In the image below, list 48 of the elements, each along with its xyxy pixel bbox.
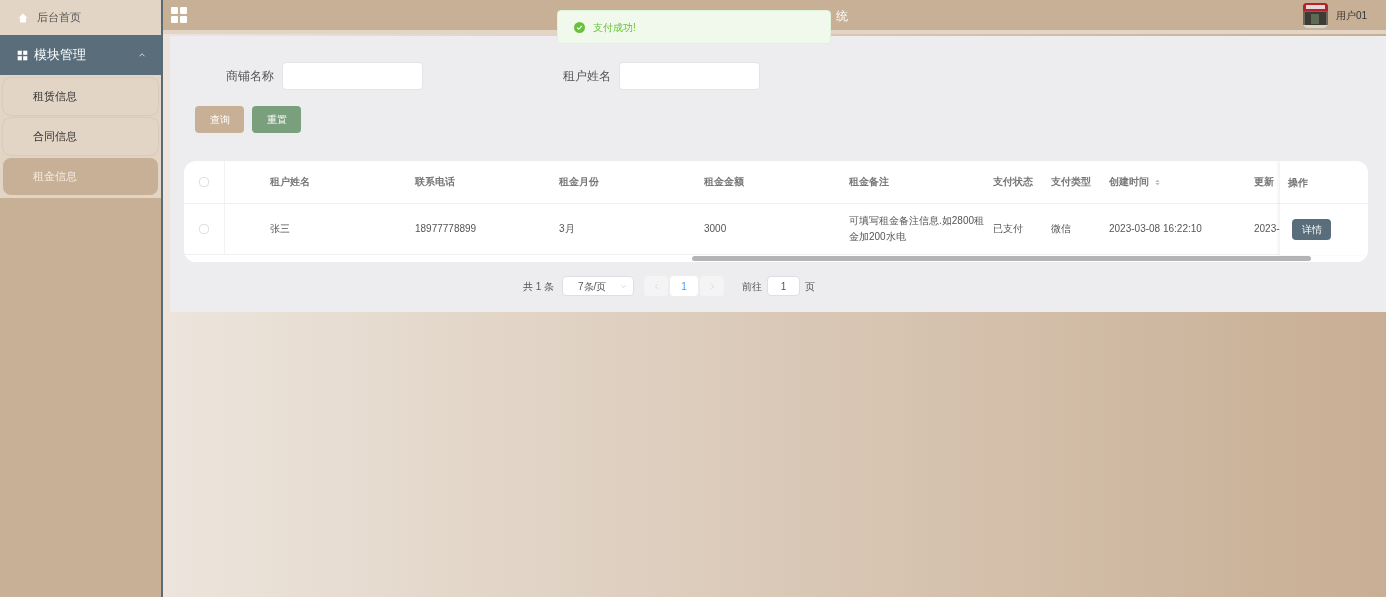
table-cell-text: 张三: [270, 222, 290, 236]
column-header: 联系电话: [415, 175, 455, 189]
menu-icon: [171, 7, 187, 23]
page-suffix: 页: [805, 279, 816, 294]
success-icon: [574, 21, 585, 33]
column-header[interactable]: 创建时间: [1109, 174, 1162, 190]
column-header: 租金备注: [849, 175, 889, 189]
field-label: 租户姓名: [563, 68, 611, 85]
table-cell-text: 微信: [1051, 222, 1071, 236]
sidebar-item[interactable]: 租赁信息: [3, 78, 158, 115]
table-cell-text: 2023-: [1254, 222, 1280, 236]
checkbox[interactable]: [199, 224, 209, 234]
table-cell-text: 已支付: [993, 222, 1023, 236]
column-header: 操作: [1288, 175, 1308, 190]
header-title: 统: [836, 8, 848, 25]
table-cell-text: 3000: [704, 222, 727, 236]
table-cell-text: 18977778899: [415, 222, 477, 236]
scrollbar-thumb[interactable]: [692, 256, 1311, 261]
total-count: 共 1 条: [522, 279, 555, 294]
table-cell-text: 2023-03-08 16:22:10: [1109, 222, 1202, 236]
input-field[interactable]: [619, 62, 760, 90]
table-cell-text: 可填写租金备注信息.如2800租金加200水电: [849, 214, 985, 244]
page-button[interactable]: 1: [670, 276, 699, 296]
column-header: 更新: [1254, 175, 1274, 189]
column-header: 支付类型: [1051, 175, 1091, 189]
grid-icon: [17, 49, 28, 61]
menu-group-header[interactable]: 模块管理: [0, 35, 161, 75]
input-field[interactable]: [282, 62, 423, 90]
checkbox[interactable]: [199, 177, 209, 187]
next-page-button[interactable]: [700, 276, 725, 296]
home-icon: [17, 11, 29, 24]
page-size-select[interactable]: 7条/页: [562, 276, 635, 296]
column-header: 租金月份: [559, 175, 599, 189]
sidebar-item[interactable]: 合同信息: [3, 118, 158, 155]
toast-message: 支付成功!: [593, 20, 636, 35]
reset-button[interactable]: 重置: [252, 106, 301, 133]
details-button[interactable]: 详情: [1292, 219, 1331, 240]
goto-label: 前往: [742, 279, 763, 294]
column-header: 租金金额: [704, 175, 744, 189]
column-header: 租户姓名: [270, 175, 310, 189]
previous-page-button[interactable]: [644, 276, 669, 296]
column-header: 支付状态: [993, 175, 1033, 189]
home-menu-item[interactable]: 后台首页: [0, 0, 161, 35]
field-label: 商铺名称: [226, 68, 274, 85]
page-input[interactable]: 1: [767, 276, 801, 296]
user-name: 用户01: [1335, 8, 1367, 23]
table-cell-text: 3月: [559, 222, 575, 236]
sort-icon: [1153, 177, 1162, 187]
